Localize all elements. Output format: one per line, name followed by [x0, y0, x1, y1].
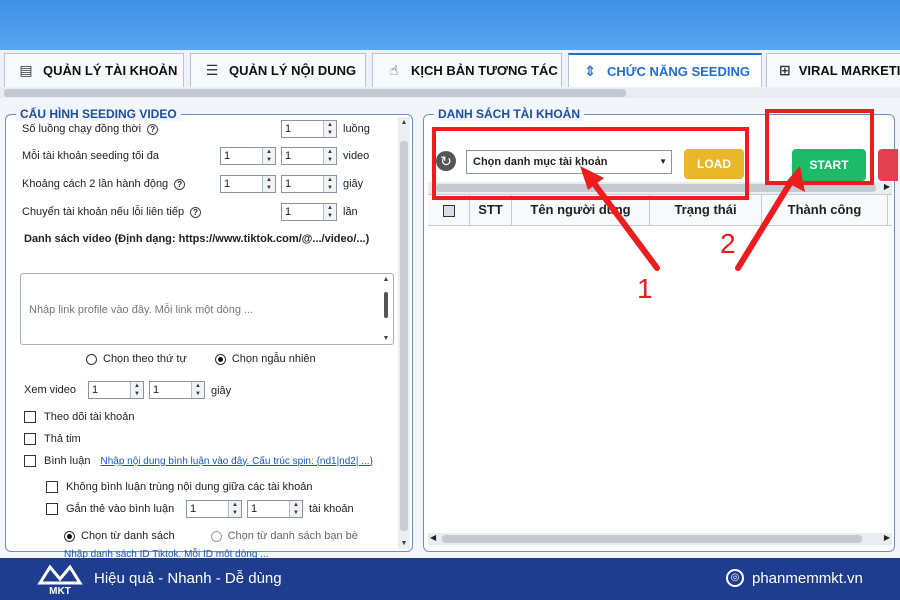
- svg-text:MKT: MKT: [49, 586, 71, 597]
- footer-website[interactable]: phanmemmkt.vn: [752, 570, 863, 587]
- footer-bar: MKT Hiệu quả - Nhanh - Dễ dùng ◎ phanmem…: [0, 558, 900, 600]
- globe-icon: ◎: [726, 569, 744, 587]
- annotation-number-2: 2: [720, 228, 736, 259]
- annotation-number-1: 1: [637, 273, 653, 304]
- annotation-arrows: [580, 166, 805, 271]
- footer-slogan: Hiệu quả - Nhanh - Dễ dùng: [94, 570, 282, 587]
- mkt-logo: MKT: [37, 564, 83, 597]
